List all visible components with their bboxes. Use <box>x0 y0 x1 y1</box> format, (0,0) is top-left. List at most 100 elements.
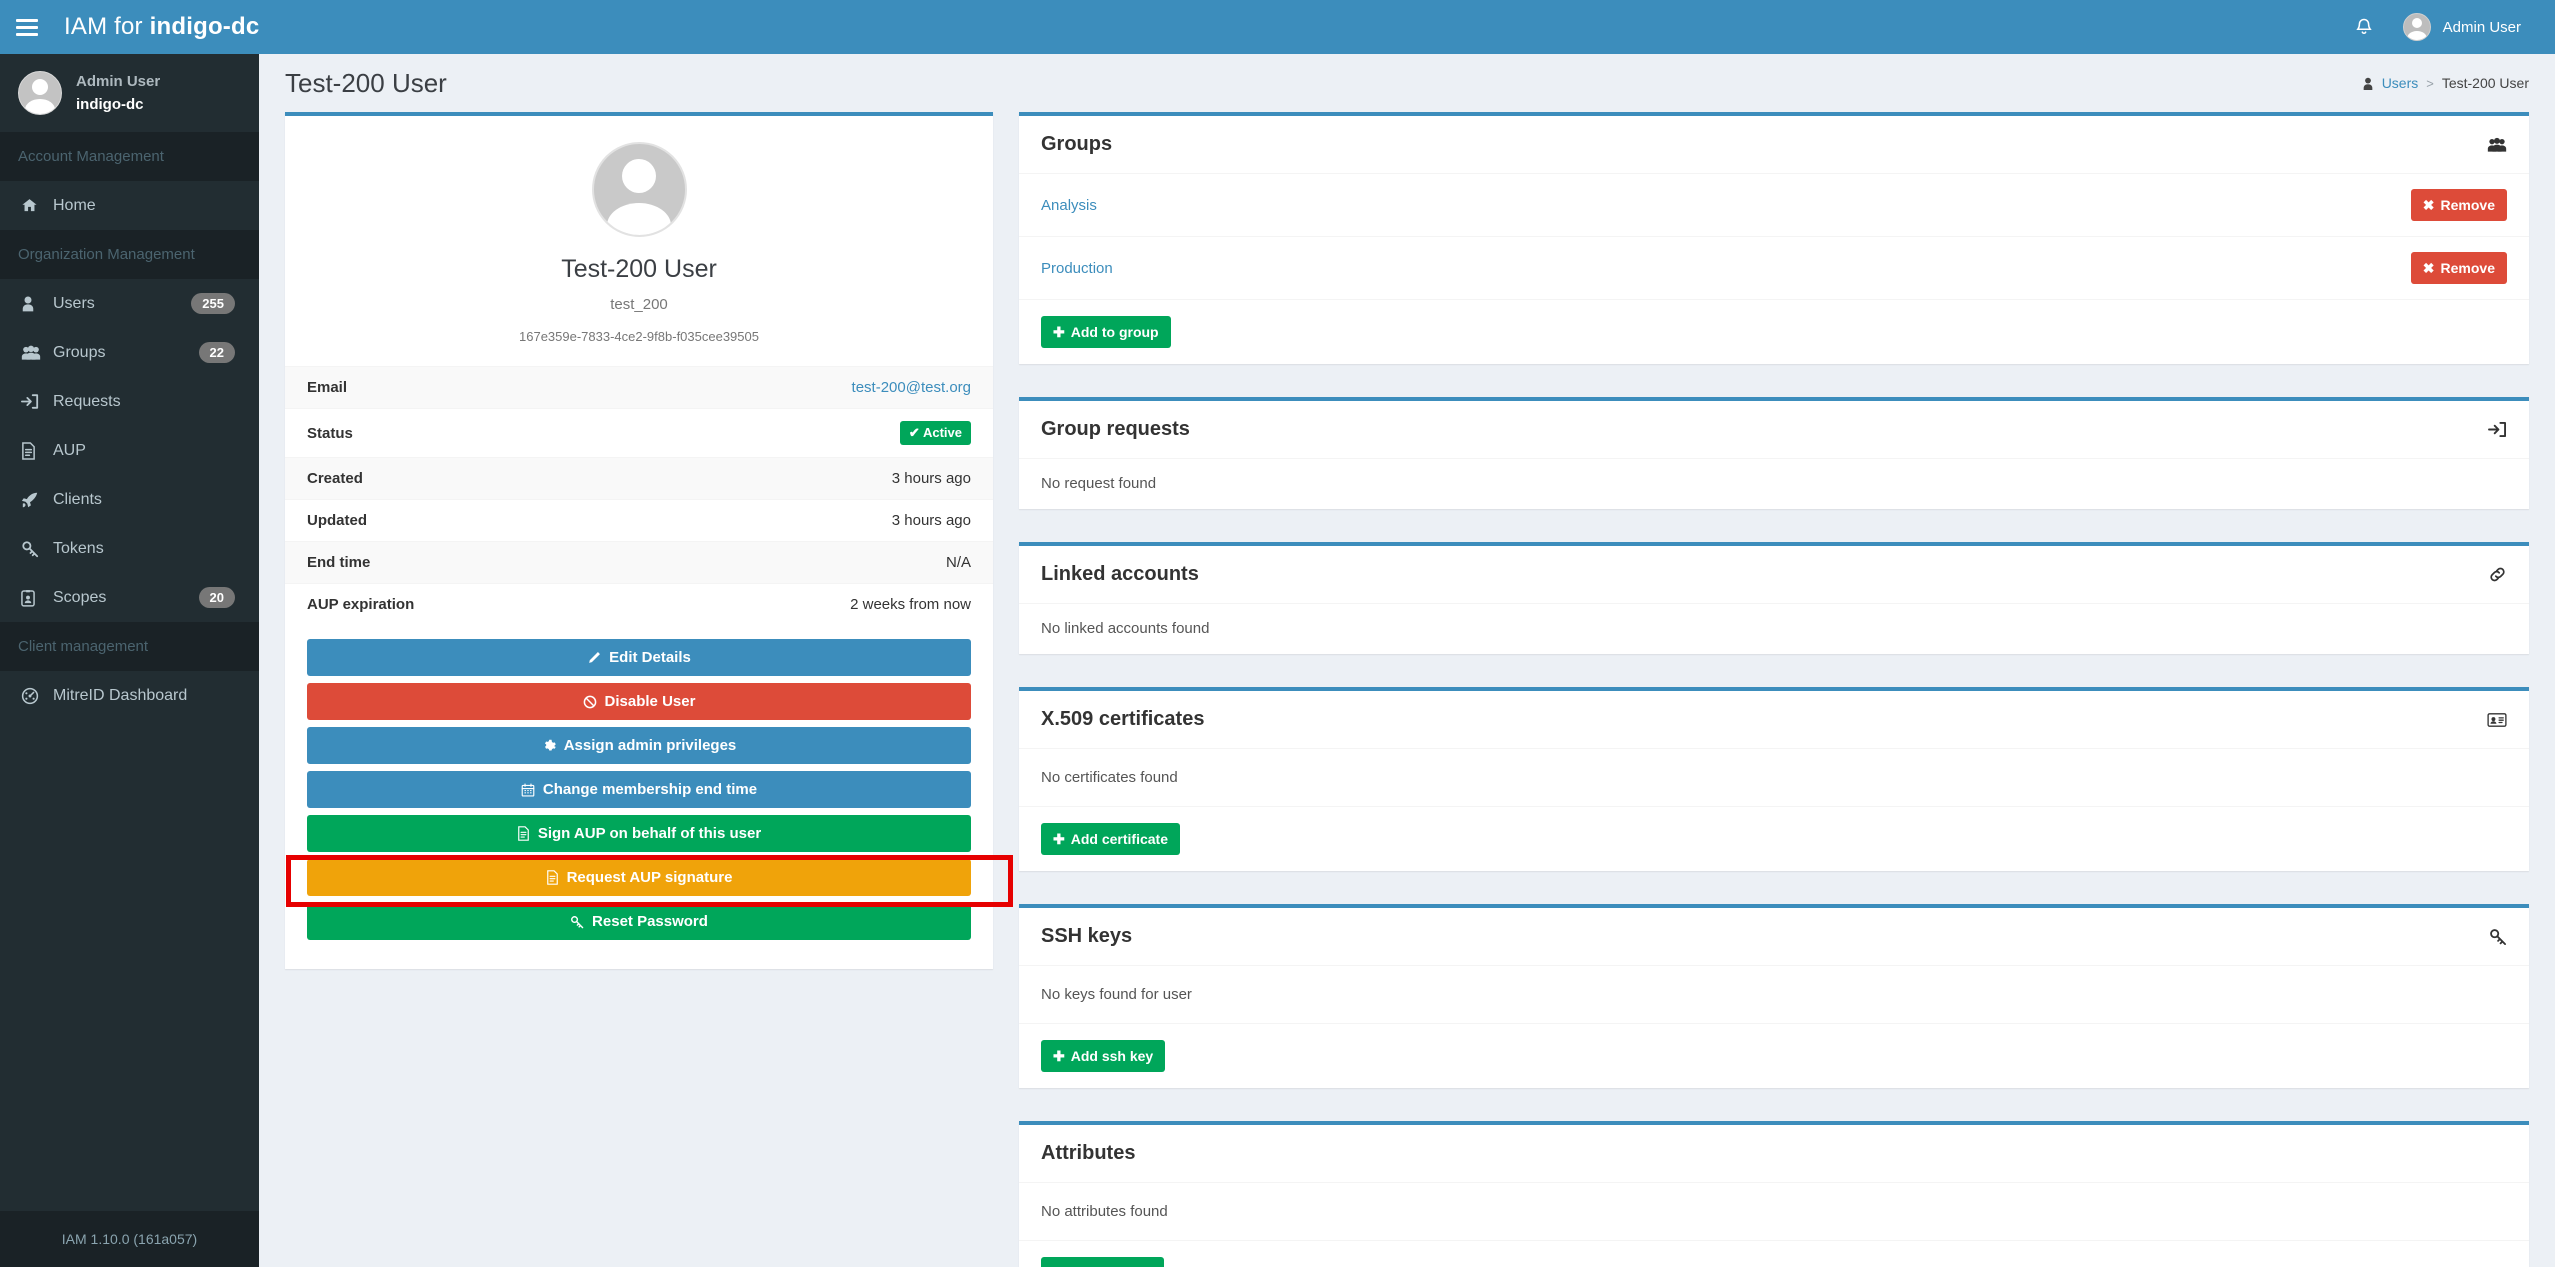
sidebar-badge-scopes: 20 <box>199 587 235 608</box>
remove-group-button[interactable]: ✖ Remove <box>2411 252 2507 284</box>
sidebar-item-label: Clients <box>53 491 241 509</box>
sidebar-item-groups[interactable]: Groups 22 <box>0 328 259 377</box>
sidebar-version-footer: IAM 1.10.0 (161a057) <box>0 1211 259 1267</box>
edit-details-button[interactable]: Edit Details <box>307 639 971 676</box>
group-requests-box: Group requests No request found <box>1019 397 2529 509</box>
sidebar-item-tokens[interactable]: Tokens <box>0 524 259 573</box>
key-icon <box>21 540 53 558</box>
remove-group-button[interactable]: ✖ Remove <box>2411 189 2507 221</box>
add-ssh-key-button[interactable]: ✚ Add ssh key <box>1041 1040 1165 1072</box>
sidebar-item-label: Groups <box>53 344 199 362</box>
ssh-keys-box: SSH keys No keys found for user ✚ <box>1019 904 2529 1088</box>
attributes-box-footer: ✚ Set attribute <box>1019 1241 2529 1267</box>
table-row: Email test-200@test.org <box>285 367 993 409</box>
sidebar-item-users[interactable]: Users 255 <box>0 279 259 328</box>
brand-title[interactable]: IAM for indigo-dc <box>64 13 259 41</box>
request-aup-signature-button[interactable]: Request AUP signature <box>307 859 971 896</box>
brand-org: indigo-dc <box>150 13 260 40</box>
sidebar: Admin User indigo-dc Account Management … <box>0 54 259 1267</box>
groups-title: Groups <box>1041 133 1112 156</box>
change-membership-end-time-button[interactable]: Change membership end time <box>307 771 971 808</box>
disable-user-button[interactable]: Disable User <box>307 683 971 720</box>
user-icon <box>2362 77 2374 90</box>
top-navbar: IAM for indigo-dc Admin User <box>0 0 2555 54</box>
ssh-keys-empty: No keys found for user <box>1019 966 2529 1024</box>
button-label: Assign admin privileges <box>564 737 737 754</box>
group-link[interactable]: Analysis <box>1041 197 1097 214</box>
user-info-table: Email test-200@test.org Status ✔ Active <box>285 366 993 625</box>
avatar <box>18 71 62 115</box>
groups-box: Groups Analysis <box>1019 112 2529 364</box>
certificates-box: X.509 certificates No certificates found <box>1019 687 2529 871</box>
iam-user-detail-page: IAM for indigo-dc Admin User Admin User … <box>0 0 2555 1267</box>
assign-admin-privileges-button[interactable]: Assign admin privileges <box>307 727 971 764</box>
info-value: N/A <box>624 542 993 584</box>
info-key: Updated <box>285 500 624 542</box>
sidebar-header-client-management: Client management <box>0 622 259 671</box>
button-label: Request AUP signature <box>567 869 733 886</box>
add-certificate-button[interactable]: ✚ Add certificate <box>1041 823 1180 855</box>
hamburger-menu-icon[interactable] <box>0 0 54 54</box>
pencil-icon <box>587 651 601 665</box>
certificates-empty: No certificates found <box>1019 749 2529 807</box>
profile-username: test_200 <box>307 296 971 313</box>
button-label: Edit Details <box>609 649 691 666</box>
attributes-box-header: Attributes <box>1019 1125 2529 1183</box>
content-row: Test-200 User test_200 167e359e-7833-4ce… <box>259 112 2555 1267</box>
certificates-title: X.509 certificates <box>1041 708 1204 731</box>
sidebar-item-scopes[interactable]: Scopes 20 <box>0 573 259 622</box>
info-key: Created <box>285 458 624 500</box>
sign-in-icon <box>21 393 53 410</box>
plus-icon: ✚ <box>1053 1048 1065 1065</box>
key-icon <box>570 915 584 929</box>
sidebar-item-label: Tokens <box>53 540 241 558</box>
dashboard-icon <box>21 687 53 705</box>
sign-aup-on-behalf-button[interactable]: Sign AUP on behalf of this user <box>307 815 971 852</box>
set-attribute-button[interactable]: ✚ Set attribute <box>1041 1257 1164 1267</box>
sidebar-item-label: Users <box>53 295 191 313</box>
check-icon: ✔ <box>909 425 920 440</box>
plus-icon: ✚ <box>1053 324 1065 341</box>
breadcrumb-separator: > <box>2426 76 2434 91</box>
sidebar-item-requests[interactable]: Requests <box>0 377 259 426</box>
sidebar-header-account-management: Account Management <box>0 132 259 181</box>
empty-text: No linked accounts found <box>1041 620 1209 637</box>
certificates-box-footer: ✚ Add certificate <box>1019 807 2529 871</box>
sidebar-item-aup[interactable]: AUP <box>0 426 259 475</box>
user-icon <box>21 295 53 312</box>
group-row-production: Production ✖ Remove <box>1019 237 2529 300</box>
sign-in-icon <box>2488 421 2507 438</box>
sidebar-user-panel[interactable]: Admin User indigo-dc <box>0 54 259 132</box>
id-badge-icon <box>21 589 53 607</box>
sidebar-item-home[interactable]: Home <box>0 181 259 230</box>
group-link[interactable]: Production <box>1041 260 1113 277</box>
table-row: Created 3 hours ago <box>285 458 993 500</box>
reset-password-button[interactable]: Reset Password <box>307 903 971 940</box>
sidebar-item-clients[interactable]: Clients <box>0 475 259 524</box>
email-link[interactable]: test-200@test.org <box>852 379 971 396</box>
key-icon <box>2488 927 2507 946</box>
info-key: End time <box>285 542 624 584</box>
status-badge: ✔ Active <box>900 421 971 445</box>
breadcrumb: Users > Test-200 User <box>2362 75 2529 91</box>
times-icon: ✖ <box>2423 197 2435 214</box>
ssh-keys-box-footer: ✚ Add ssh key <box>1019 1024 2529 1088</box>
navbar-right-group: Admin User <box>2337 0 2555 54</box>
add-to-group-button[interactable]: ✚ Add to group <box>1041 316 1171 348</box>
profile-name: Test-200 User <box>307 255 971 284</box>
info-key: Status <box>285 409 624 458</box>
user-menu-label: Admin User <box>2443 19 2521 36</box>
sidebar-item-label: AUP <box>53 442 241 460</box>
info-key: Email <box>285 367 624 409</box>
breadcrumb-users-link[interactable]: Users <box>2382 75 2419 91</box>
link-icon <box>2488 565 2507 584</box>
groups-box-header: Groups <box>1019 116 2529 174</box>
content-header: Test-200 User Users > Test-200 User <box>259 54 2555 112</box>
bell-icon[interactable] <box>2337 0 2391 54</box>
user-menu[interactable]: Admin User <box>2391 0 2533 54</box>
info-value: ✔ Active <box>624 409 993 458</box>
button-label: Sign AUP on behalf of this user <box>538 825 761 842</box>
attributes-box: Attributes No attributes found ✚ Set att… <box>1019 1121 2529 1267</box>
user-actions: Edit Details Disable User <box>285 625 993 969</box>
sidebar-item-mitreid-dashboard[interactable]: MitreID Dashboard <box>0 671 259 720</box>
